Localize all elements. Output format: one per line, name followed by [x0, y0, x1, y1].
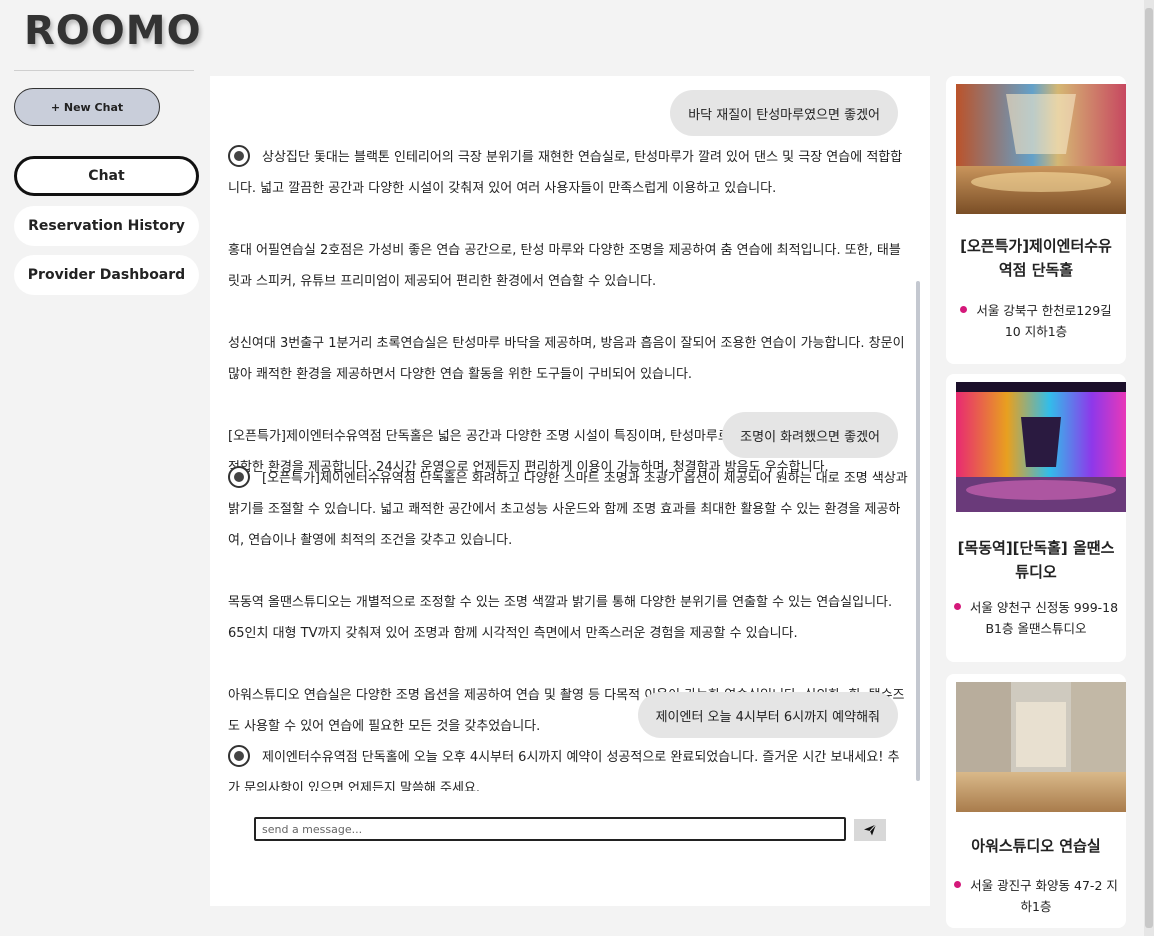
- location-pin-icon: [960, 306, 968, 313]
- new-chat-button[interactable]: + New Chat: [14, 88, 160, 126]
- user-message: 제이엔터 오늘 4시부터 6시까지 예약해줘: [637, 692, 898, 738]
- chat-panel: 바닥 재질이 탄성마루였으면 좋겠어 상상집단 돛대는 블랙톤 인테리어의 극장…: [210, 76, 930, 906]
- user-message: 바닥 재질이 탄성마루였으면 좋겠어: [670, 90, 898, 136]
- room-thumbnail-image: [956, 382, 1126, 512]
- room-card[interactable]: 아워스튜디오 연습실 서울 광진구 화양동 47-2 지하1층: [946, 674, 1126, 928]
- room-card[interactable]: [오픈특가]제이엔터수유역점 단독홀 서울 강북구 한천로129길 10 지하1…: [946, 76, 1126, 364]
- room-card-title: [오픈특가]제이엔터수유역점 단독홀: [960, 237, 1112, 279]
- bot-message-text: [오픈특가]제이엔터수유역점 단독홀은 화려하고 다양한 스마트 조명과 조광기…: [228, 471, 908, 548]
- room-card-title: [목동역][단독홀] 올땐스튜디오: [957, 539, 1115, 581]
- bot-message-text: 성신여대 3번출구 1분거리 초록연습실은 탄성마루 바닥을 제공하며, 방음과…: [228, 336, 905, 382]
- room-card-address-text: 서울 양천구 신정동 999-18 B1층 올땐스튜디오: [969, 600, 1119, 636]
- bot-message-text: 홍대 어필연습실 2호점은 가성비 좋은 연습 공간으로, 탄성 마루와 다양한…: [228, 243, 901, 289]
- chat-scrollbar[interactable]: [916, 281, 920, 781]
- send-button[interactable]: [854, 819, 886, 841]
- user-message: 조명이 화려했으면 좋겠어: [722, 412, 898, 458]
- room-thumbnail-image: [956, 682, 1126, 812]
- room-card-address: 서울 광진구 화양동 47-2 지하1층: [952, 875, 1120, 917]
- sidebar-divider: [14, 70, 194, 71]
- bot-message-text: 제이엔터수유역점 단독홀에 오늘 오후 4시부터 6시까지 예약이 성공적으로 …: [228, 750, 900, 791]
- location-pin-icon: [954, 881, 962, 888]
- nav-reservation-history-button[interactable]: Reservation History: [14, 206, 199, 246]
- room-card-address: 서울 강북구 한천로129길 10 지하1층: [952, 300, 1120, 342]
- bot-message: 제이엔터수유역점 단독홀에 오늘 오후 4시부터 6시까지 예약이 성공적으로 …: [228, 742, 908, 791]
- bot-message-text: 상상집단 돛대는 블랙톤 인테리어의 극장 분위기를 재현한 연습실로, 탄성마…: [228, 150, 903, 196]
- location-pin-icon: [953, 603, 961, 610]
- bot-avatar-icon: [228, 745, 250, 767]
- room-card-address-text: 서울 광진구 화양동 47-2 지하1층: [970, 878, 1118, 914]
- room-card-title: 아워스튜디오 연습실: [971, 837, 1101, 855]
- room-card-address-text: 서울 강북구 한천로129길 10 지하1층: [976, 303, 1112, 339]
- app-logo: ROOMO: [24, 8, 202, 54]
- room-card[interactable]: [목동역][단독홀] 올땐스튜디오 서울 양천구 신정동 999-18 B1층 …: [946, 374, 1126, 662]
- page-scrollbar-thumb[interactable]: [1145, 8, 1153, 928]
- bot-avatar-icon: [228, 466, 250, 488]
- send-icon: [864, 824, 877, 836]
- bot-avatar-icon: [228, 145, 250, 167]
- nav-provider-dashboard-button[interactable]: Provider Dashboard: [14, 255, 199, 295]
- message-input[interactable]: [254, 817, 846, 841]
- room-thumbnail-image: [956, 84, 1126, 214]
- nav-chat-button[interactable]: Chat: [14, 156, 199, 196]
- chat-message-list[interactable]: 바닥 재질이 탄성마루였으면 좋겠어 상상집단 돛대는 블랙톤 인테리어의 극장…: [210, 76, 922, 791]
- room-card-address: 서울 양천구 신정동 999-18 B1층 올땐스튜디오: [952, 597, 1120, 639]
- bot-message-text: 목동역 올땐스튜디오는 개별적으로 조정할 수 있는 조명 색깔과 밝기를 통해…: [228, 595, 893, 641]
